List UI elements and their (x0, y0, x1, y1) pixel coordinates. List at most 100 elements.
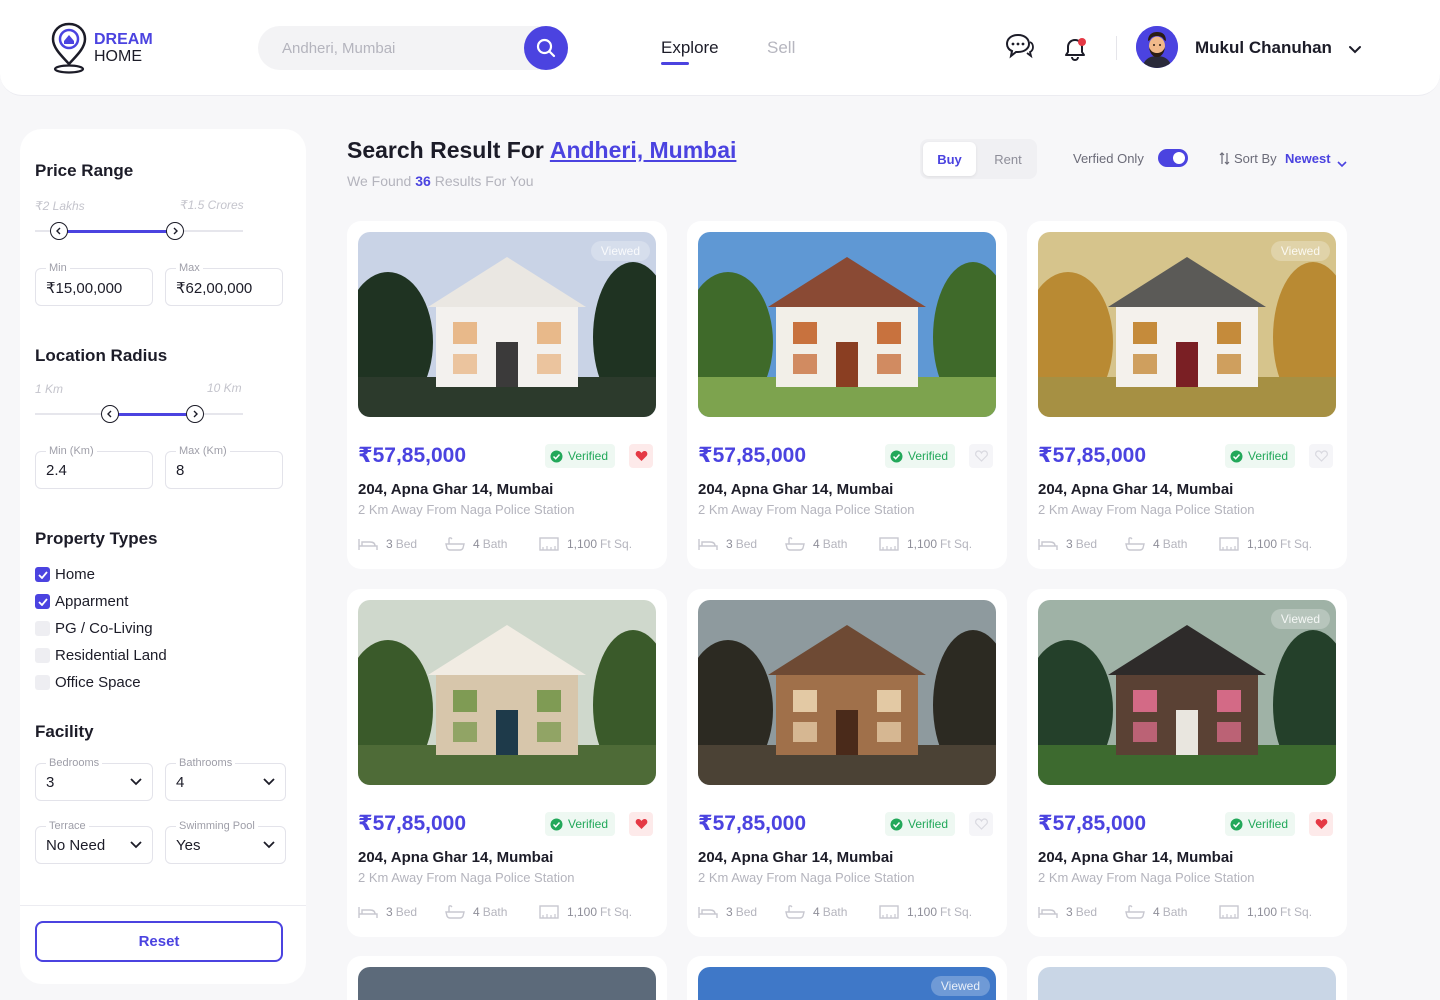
listing-image[interactable]: Viewed (1038, 600, 1336, 785)
favorite-button[interactable] (969, 812, 993, 836)
listing-address[interactable]: 204, Apna Ghar 14, Mumbai (358, 481, 553, 498)
listing-card[interactable]: Viewed (687, 956, 1007, 1000)
radius-max-handle[interactable] (186, 405, 204, 423)
radius-min-field[interactable]: Min (Km) 2.4 (35, 445, 153, 489)
bath-unit: Bath (482, 905, 508, 919)
listing-image[interactable] (1038, 967, 1336, 1000)
terrace-select[interactable]: Terrace No Need (35, 820, 153, 864)
listing-card[interactable]: ₹57,85,000 Verified 204, Apna Ghar 14, Mum… (687, 221, 1007, 569)
listing-card[interactable]: ₹57,85,000 Verified 204, Apna Ghar 14, Mum… (687, 589, 1007, 937)
property-type-option[interactable]: Office Space (35, 674, 141, 691)
bedrooms-select[interactable]: Bedrooms 3 (35, 757, 153, 801)
listing-address[interactable]: 204, Apna Ghar 14, Mumbai (698, 849, 893, 866)
radius-min-label: Min (Km) (46, 445, 97, 457)
result-title-prefix: Search Result For (347, 137, 544, 163)
pool-select[interactable]: Swimming Pool Yes (165, 820, 286, 864)
property-type-option[interactable]: Home (35, 566, 95, 583)
checkbox[interactable] (35, 648, 50, 663)
radius-min-handle[interactable] (101, 405, 119, 423)
chevron-down-icon[interactable] (1337, 155, 1347, 173)
nav-explore[interactable]: Explore (661, 38, 719, 58)
favorite-button[interactable] (969, 444, 993, 468)
listing-card[interactable]: Viewed ₹57,85,000 Verified 204, Apna Ghar 1… (1027, 589, 1347, 937)
price-min-field[interactable]: Min ₹15,00,000 (35, 262, 153, 306)
favorite-button[interactable] (1309, 444, 1333, 468)
area-value: 1,100 (1247, 537, 1278, 551)
listing-distance: 2 Km Away From Naga Police Station (358, 502, 575, 517)
reset-button[interactable]: Reset (35, 921, 283, 962)
tab-buy[interactable]: Buy (923, 142, 976, 176)
result-location-link[interactable]: Andheri, Mumbai (550, 137, 737, 163)
feature-area: 1,100 Ft Sq. (879, 537, 972, 551)
search-input[interactable] (282, 38, 512, 58)
bell-icon[interactable] (1062, 36, 1088, 67)
nav-sell[interactable]: Sell (767, 38, 795, 58)
bed-unit: Bed (1075, 537, 1098, 551)
listing-image[interactable] (698, 600, 996, 785)
search-button[interactable] (524, 26, 568, 70)
listing-image[interactable] (358, 967, 656, 1000)
bed-icon (358, 907, 378, 918)
avatar[interactable] (1136, 26, 1178, 68)
brand-logo[interactable]: DREAM HOME (50, 22, 153, 74)
search-icon (536, 38, 556, 58)
chevron-down-icon (130, 778, 142, 786)
favorite-button[interactable] (629, 444, 653, 468)
feature-bath: 4 Bath (445, 905, 507, 919)
verified-badge: Verified (545, 444, 616, 468)
listing-image[interactable]: Viewed (1038, 232, 1336, 417)
property-type-option[interactable]: Residential Land (35, 647, 167, 664)
tab-rent[interactable]: Rent (982, 142, 1034, 176)
listing-address[interactable]: 204, Apna Ghar 14, Mumbai (358, 849, 553, 866)
listing-distance: 2 Km Away From Naga Police Station (1038, 870, 1255, 885)
price-min-label: Min (46, 262, 70, 274)
listing-card[interactable]: Viewed ₹57,85,000 Verified 204, Apna Ghar 1… (1027, 221, 1347, 569)
bed-icon (698, 907, 718, 918)
listing-distance: 2 Km Away From Naga Police Station (698, 870, 915, 885)
price-max-handle[interactable] (166, 222, 184, 240)
listing-image[interactable] (698, 232, 996, 417)
bath-icon (445, 537, 465, 551)
radius-slider-fill (110, 413, 195, 416)
favorite-button[interactable] (1309, 812, 1333, 836)
listing-image[interactable] (358, 600, 656, 785)
bed-count: 3 (1066, 905, 1073, 919)
user-name[interactable]: Mukul Chanuhan (1195, 38, 1332, 58)
chevron-down-icon (130, 841, 142, 849)
price-max-field[interactable]: Max ₹62,00,000 (165, 262, 283, 306)
checkbox[interactable] (35, 675, 50, 690)
listing-card[interactable] (347, 956, 667, 1000)
sort-by-dropdown[interactable]: Newest (1285, 151, 1331, 166)
check-icon (37, 570, 48, 579)
property-type-label: PG / Co-Living (55, 620, 153, 637)
verified-label: Verified (1248, 817, 1289, 831)
sort-by-label: Sort By (1234, 151, 1277, 166)
listing-address[interactable]: 204, Apna Ghar 14, Mumbai (1038, 849, 1233, 866)
shield-check-icon (1230, 450, 1243, 463)
bath-count: 4 (1153, 537, 1160, 551)
listing-card[interactable]: ₹57,85,000 Verified 204, Apna Ghar 14, Mum… (347, 589, 667, 937)
listing-image[interactable]: Viewed (358, 232, 656, 417)
result-sub-prefix: We Found (347, 173, 412, 189)
checkbox[interactable] (35, 594, 50, 609)
chevron-down-icon[interactable] (1348, 42, 1362, 60)
verified-only-switch[interactable] (1158, 149, 1188, 167)
checkbox[interactable] (35, 621, 50, 636)
chat-icon[interactable] (1004, 32, 1034, 65)
checkbox[interactable] (35, 567, 50, 582)
price-min-handle[interactable] (50, 222, 68, 240)
radius-max-field[interactable]: Max (Km) 8 (165, 445, 283, 489)
listing-card[interactable] (1027, 956, 1347, 1000)
bathrooms-select[interactable]: Bathrooms 4 (165, 757, 286, 801)
listing-address[interactable]: 204, Apna Ghar 14, Mumbai (698, 481, 893, 498)
listing-card[interactable]: Viewed ₹57,85,000 Verified 204, Apna Ghar 1… (347, 221, 667, 569)
heart-icon (1314, 450, 1328, 462)
listing-image[interactable]: Viewed (698, 967, 996, 1000)
listing-address[interactable]: 204, Apna Ghar 14, Mumbai (1038, 481, 1233, 498)
property-type-option[interactable]: PG / Co-Living (35, 620, 153, 637)
favorite-button[interactable] (629, 812, 653, 836)
shield-check-icon (550, 818, 563, 831)
verified-label: Verified (1248, 449, 1289, 463)
shield-check-icon (890, 450, 903, 463)
property-type-option[interactable]: Apparment (35, 593, 128, 610)
